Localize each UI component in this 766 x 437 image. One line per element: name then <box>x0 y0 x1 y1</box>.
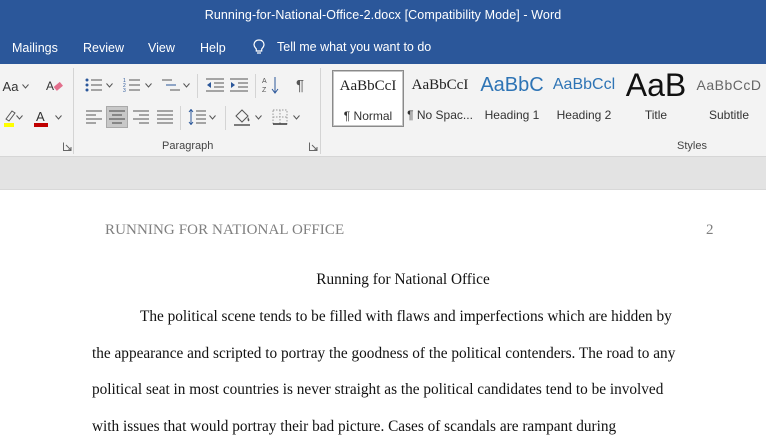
pilcrow-icon: ¶ <box>295 76 305 94</box>
align-left-icon <box>86 110 102 124</box>
increase-indent-button[interactable] <box>229 75 249 95</box>
chevron-down-icon[interactable] <box>209 115 216 120</box>
paragraph-line: with issues that would portray their bad… <box>92 418 617 435</box>
tell-me-search[interactable]: Tell me what you want to do <box>253 39 431 55</box>
svg-text:Z: Z <box>262 87 267 94</box>
decrease-indent-icon <box>206 78 224 92</box>
multilevel-list-icon <box>162 79 180 91</box>
font-dialog-launcher-icon[interactable] <box>63 142 72 151</box>
paint-bucket-icon <box>234 109 250 126</box>
style-name: Heading 2 <box>556 108 612 122</box>
show-formatting-marks-button[interactable]: ¶ <box>290 75 310 95</box>
change-case-label: Aa <box>2 78 19 94</box>
style-sample: AaBbCcD <box>696 77 762 93</box>
chevron-down-icon <box>22 83 30 89</box>
style-name: Subtitle <box>708 108 750 122</box>
style-no-spacing[interactable]: AaBbCcI ¶ No Spac... <box>404 70 476 127</box>
style-sample: AaBbCcI <box>339 78 397 94</box>
clear-formatting-button[interactable]: A <box>44 75 66 97</box>
line-spacing-icon <box>188 109 206 125</box>
style-sample: AaBbCcl <box>552 76 616 93</box>
button-separator <box>180 106 181 130</box>
tab-review[interactable]: Review <box>83 41 124 55</box>
font-color-icon: A <box>34 109 48 127</box>
group-separator <box>73 68 74 154</box>
document-page[interactable]: RUNNING FOR NATIONAL OFFICE 2 Running fo… <box>0 190 766 437</box>
shading-button[interactable] <box>232 107 252 127</box>
sort-button[interactable]: A Z <box>261 75 281 95</box>
tab-mailings[interactable]: Mailings <box>12 41 58 55</box>
borders-icon <box>272 109 288 125</box>
paragraph-line: the appearance and scripted to portray t… <box>92 345 676 362</box>
window-title: Running-for-National-Office-2.docx [Comp… <box>204 8 562 22</box>
justify-button[interactable] <box>155 107 175 127</box>
align-left-button[interactable] <box>84 107 104 127</box>
style-normal[interactable]: AaBbCcI ¶ Normal <box>332 70 404 127</box>
paragraph-line: political seat in most countries is neve… <box>92 381 664 398</box>
font-color-button[interactable]: A <box>30 107 52 129</box>
svg-text:3: 3 <box>123 88 126 93</box>
running-head: RUNNING FOR NATIONAL OFFICE <box>105 222 345 238</box>
numbered-list-icon: 1 2 3 <box>123 78 140 93</box>
align-right-icon <box>133 110 149 124</box>
style-heading-2[interactable]: AaBbCcl Heading 2 <box>548 70 620 127</box>
style-sample: AaBbCcI <box>411 77 469 93</box>
align-center-button[interactable] <box>106 106 128 128</box>
style-sample: AaB <box>625 70 687 100</box>
ribbon-tabs: Mailings Review View Help Tell me what y… <box>0 33 766 64</box>
decrease-indent-button[interactable] <box>205 75 225 95</box>
chevron-down-icon[interactable] <box>255 115 262 120</box>
style-name: Heading 1 <box>484 108 540 122</box>
group-separator <box>320 68 321 154</box>
style-sample: AaBbC <box>480 74 544 96</box>
style-name: Title <box>644 108 668 122</box>
style-name: ¶ Normal <box>343 109 393 123</box>
increase-indent-icon <box>230 78 248 92</box>
svg-text:A: A <box>46 79 54 93</box>
bullet-list-icon <box>85 78 102 92</box>
styles-group-label: Styles <box>677 140 707 152</box>
chevron-down-icon[interactable] <box>106 83 113 88</box>
ribbon: Aa A A 1 2 3 A Z ¶ Paragraph AaBbCcI ¶ N… <box>0 64 766 157</box>
align-center-icon <box>109 110 125 124</box>
clear-formatting-icon: A <box>46 79 63 93</box>
align-right-button[interactable] <box>131 107 151 127</box>
button-separator <box>225 106 226 130</box>
chevron-down-icon[interactable] <box>183 83 190 88</box>
style-title[interactable]: AaB Title <box>620 70 692 127</box>
multilevel-list-button[interactable] <box>161 75 181 95</box>
style-name: ¶ No Spac... <box>407 108 473 122</box>
lightbulb-icon <box>253 39 265 54</box>
chevron-down-icon[interactable] <box>16 115 23 120</box>
tell-me-text: Tell me what you want to do <box>277 40 432 54</box>
svg-text:A: A <box>262 78 267 85</box>
chevron-down-icon[interactable] <box>293 115 300 120</box>
change-case-button[interactable]: Aa <box>1 76 31 96</box>
style-subtitle[interactable]: AaBbCcD Subtitle <box>692 70 766 127</box>
document-canvas-gap <box>0 157 766 190</box>
bullets-button[interactable] <box>84 75 104 95</box>
numbering-button[interactable]: 1 2 3 <box>122 75 142 95</box>
borders-button[interactable] <box>270 107 290 127</box>
line-spacing-button[interactable] <box>187 107 207 127</box>
sort-az-icon: A Z <box>262 77 279 94</box>
page-number: 2 <box>706 222 714 238</box>
justify-icon <box>157 110 173 124</box>
tab-view[interactable]: View <box>148 41 175 55</box>
title-bar: Running-for-National-Office-2.docx [Comp… <box>0 0 766 33</box>
svg-text:A: A <box>36 109 45 124</box>
chevron-down-icon[interactable] <box>55 115 62 120</box>
paragraph-line: The political scene tends to be filled w… <box>140 308 672 325</box>
tab-help[interactable]: Help <box>200 41 226 55</box>
paragraph-group-label: Paragraph <box>162 140 214 152</box>
chevron-down-icon[interactable] <box>145 83 152 88</box>
document-title: Running for National Office <box>316 271 490 288</box>
button-separator <box>255 74 256 98</box>
paragraph-dialog-launcher-icon[interactable] <box>309 142 318 151</box>
button-separator <box>197 74 198 98</box>
style-heading-1[interactable]: AaBbC Heading 1 <box>476 70 548 127</box>
